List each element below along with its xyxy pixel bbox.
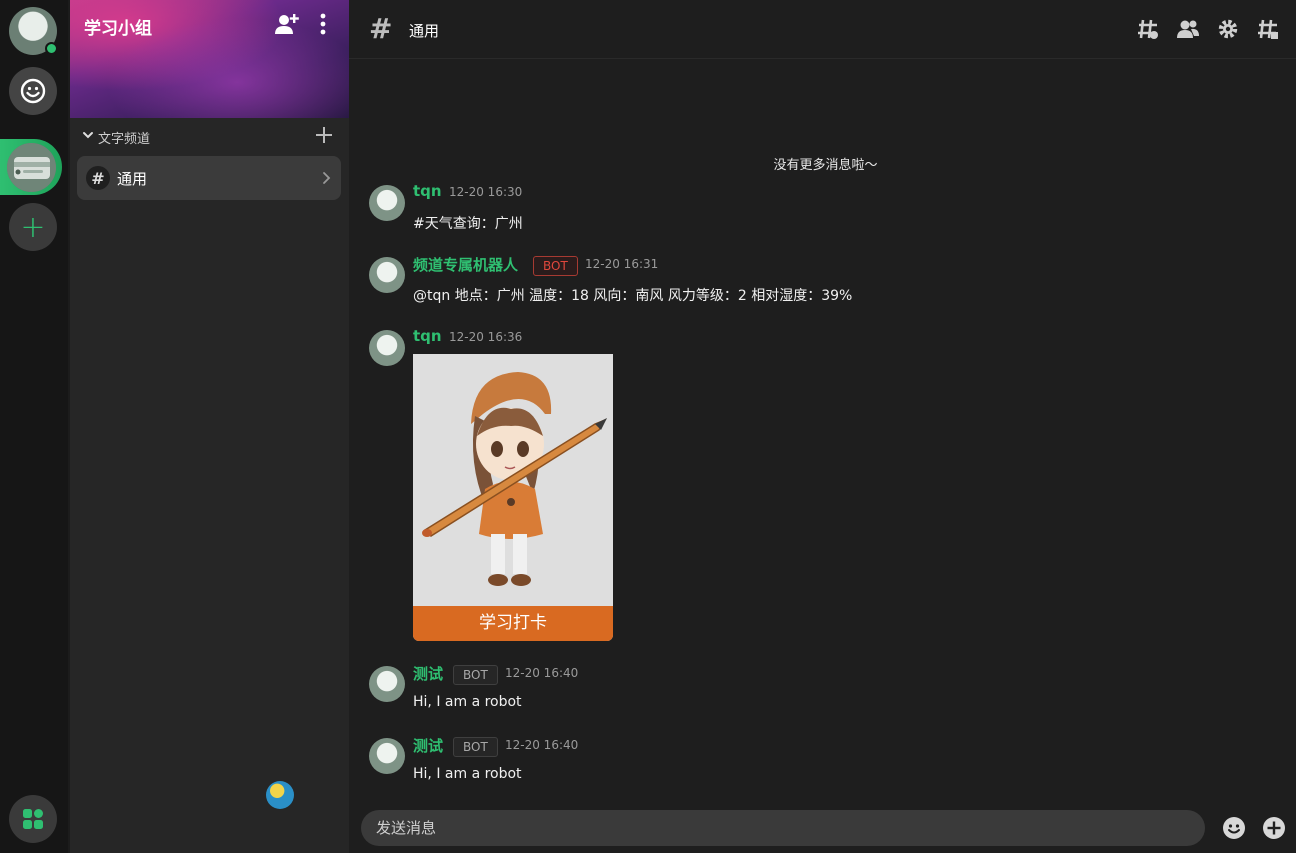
- online-status-dot: [45, 42, 58, 55]
- invite-member-button[interactable]: [274, 12, 300, 40]
- chevron-down-icon: [83, 132, 93, 139]
- server-name: 学习小组: [84, 19, 152, 39]
- message-input[interactable]: [361, 810, 1205, 846]
- bot-badge: BOT: [533, 256, 578, 276]
- members-icon[interactable]: [1176, 17, 1200, 41]
- add-server-button[interactable]: +: [9, 203, 57, 251]
- message-time: 12-20 16:40: [505, 738, 579, 752]
- avatar[interactable]: [369, 330, 405, 366]
- emoji-icon[interactable]: [1222, 816, 1246, 840]
- chevron-right-icon: [323, 172, 331, 184]
- message-author[interactable]: 频道专属机器人: [413, 254, 518, 275]
- pinned-hash-icon[interactable]: [1256, 17, 1280, 41]
- category-label: 文字频道: [98, 132, 151, 147]
- direct-messages-button[interactable]: [9, 67, 57, 115]
- message-time: 12-20 16:36: [449, 330, 523, 344]
- message-author[interactable]: tqn: [413, 182, 442, 200]
- avatar[interactable]: [369, 257, 405, 293]
- add-attachment-icon[interactable]: [1262, 816, 1286, 840]
- avatar[interactable]: [369, 738, 405, 774]
- message-time: 12-20 16:31: [585, 257, 659, 271]
- more-vertical-icon: [320, 13, 326, 35]
- message-text: Hi, I am a robot: [413, 694, 522, 710]
- message-time: 12-20 16:40: [505, 666, 579, 680]
- settings-icon[interactable]: [1216, 17, 1240, 41]
- floating-assistant-icon[interactable]: [266, 781, 294, 809]
- channel-label: 通用: [117, 170, 148, 188]
- channel-item-general[interactable]: # 通用: [77, 156, 341, 200]
- channel-category-text[interactable]: 文字频道: [70, 124, 349, 148]
- add-channel-icon[interactable]: [315, 126, 333, 144]
- bot-badge: BOT: [453, 665, 498, 685]
- avatar[interactable]: [369, 666, 405, 702]
- channel-sidebar: 学习小组 文字频道 # 通用: [70, 0, 349, 853]
- channel-title: 通用: [409, 22, 440, 40]
- chat-main: # 通用 没有更多消息啦～ tqn 12-20 16:30 #天气查询：广州 频…: [349, 0, 1296, 853]
- server-card-icon: [7, 143, 56, 192]
- channel-hash-icon[interactable]: [1136, 17, 1160, 41]
- add-user-icon: [275, 14, 299, 34]
- message-text: @tqn 地点：广州 温度：18 风向：南风 风力等级：2 相对湿度：39%: [413, 288, 853, 304]
- server-menu-button[interactable]: [318, 12, 328, 40]
- message-author[interactable]: 测试: [413, 735, 443, 756]
- app-window: + 学习小组 文字频道 # 通用 # 通用 没有更多消息啦～ tqn 12-20…: [0, 0, 1296, 853]
- server-icon-study-group[interactable]: [7, 143, 56, 192]
- message-time: 12-20 16:30: [449, 185, 523, 199]
- checkin-button[interactable]: 学习打卡: [413, 606, 613, 641]
- message-text: Hi, I am a robot: [413, 766, 522, 782]
- hash-icon: #: [86, 166, 110, 190]
- server-banner: 学习小组: [70, 0, 349, 118]
- smile-icon: [20, 78, 46, 104]
- card-illustration: [413, 354, 613, 606]
- checkin-card[interactable]: 学习打卡: [413, 354, 613, 641]
- apps-button[interactable]: [9, 795, 57, 843]
- avatar[interactable]: [369, 185, 405, 221]
- message-composer: [361, 810, 1205, 846]
- apps-grid-icon: [23, 809, 43, 829]
- message-author[interactable]: tqn: [413, 327, 442, 345]
- server-rail: +: [0, 0, 68, 853]
- bot-badge: BOT: [453, 737, 498, 757]
- no-more-messages: 没有更多消息啦～: [773, 158, 878, 173]
- plus-icon: +: [20, 209, 46, 245]
- message-author[interactable]: 测试: [413, 663, 443, 684]
- channel-hash-symbol: #: [369, 12, 393, 45]
- message-text: #天气查询：广州: [413, 216, 523, 232]
- message-item: tqn 12-20 16:36 学习打卡: [369, 327, 1269, 642]
- channel-header: # 通用: [349, 0, 1296, 59]
